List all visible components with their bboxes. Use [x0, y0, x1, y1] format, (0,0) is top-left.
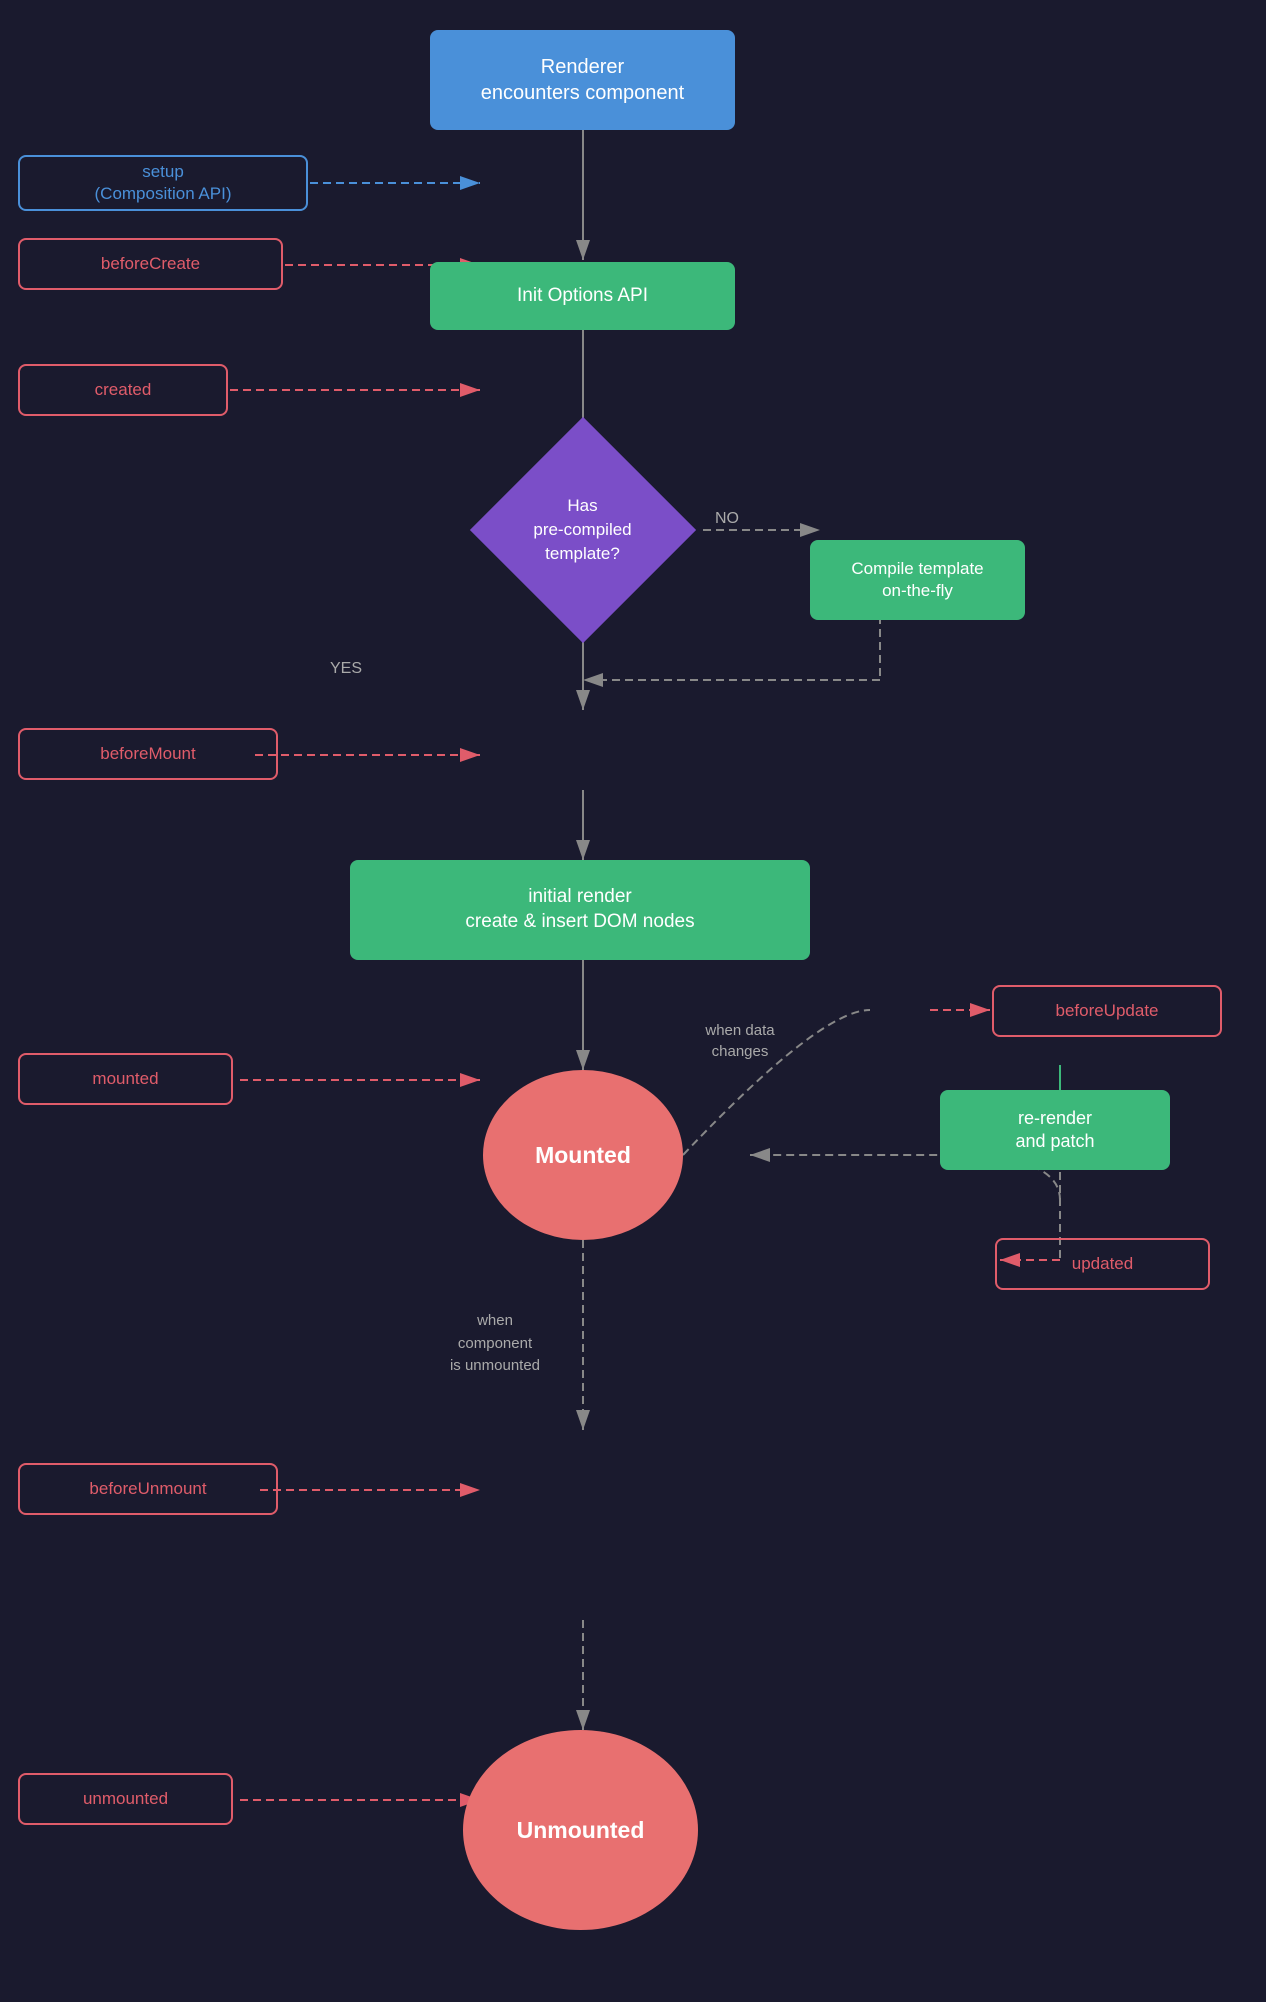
- yes-label: YES: [330, 660, 362, 678]
- lifecycle-diagram: Rendererencounters component setup(Compo…: [0, 0, 1266, 2002]
- renderer-label: Rendererencounters component: [481, 54, 684, 106]
- initial-render-box: initial rendercreate & insert DOM nodes: [350, 860, 810, 960]
- beforeunmount-box: beforeUnmount: [18, 1463, 278, 1515]
- rerender-box: re-renderand patch: [940, 1090, 1170, 1170]
- setup-label: setup(Composition API): [95, 161, 232, 205]
- setup-box: setup(Composition API): [18, 155, 308, 211]
- mounted-label-box: mounted: [18, 1053, 233, 1105]
- updated-box: updated: [995, 1238, 1210, 1290]
- initial-render-label: initial rendercreate & insert DOM nodes: [465, 885, 694, 934]
- beforeupdate-box: beforeUpdate: [992, 985, 1222, 1037]
- beforeupdate-label: beforeUpdate: [1055, 1000, 1158, 1022]
- mounted-circle: Mounted: [483, 1070, 683, 1240]
- compile-template-label: Compile templateon-the-fly: [851, 558, 983, 602]
- beforemount-label: beforeMount: [100, 743, 195, 765]
- init-options-label: Init Options API: [517, 284, 648, 309]
- renderer-box: Rendererencounters component: [430, 30, 735, 130]
- unmounted-circle: Unmounted: [463, 1730, 698, 1930]
- diamond-precompiled-text: Haspre-compiledtemplate?: [455, 455, 710, 605]
- rerender-label: re-renderand patch: [1015, 1107, 1094, 1154]
- init-options-box: Init Options API: [430, 262, 735, 330]
- created-box: created: [18, 364, 228, 416]
- beforecreate-label: beforeCreate: [101, 253, 200, 275]
- when-unmounted-label: whencomponentis unmounted: [405, 1310, 585, 1378]
- beforeunmount-label: beforeUnmount: [89, 1478, 206, 1500]
- when-data-changes-label: when datachanges: [670, 1020, 810, 1062]
- compile-template-box: Compile templateon-the-fly: [810, 540, 1025, 620]
- no-label: NO: [715, 510, 739, 528]
- beforecreate-box: beforeCreate: [18, 238, 283, 290]
- beforemount-box: beforeMount: [18, 728, 278, 780]
- mounted-label: mounted: [92, 1068, 158, 1090]
- updated-label: updated: [1072, 1253, 1133, 1275]
- created-label: created: [95, 379, 152, 401]
- unmounted-label-box: unmounted: [18, 1773, 233, 1825]
- unmounted-label: unmounted: [83, 1788, 168, 1810]
